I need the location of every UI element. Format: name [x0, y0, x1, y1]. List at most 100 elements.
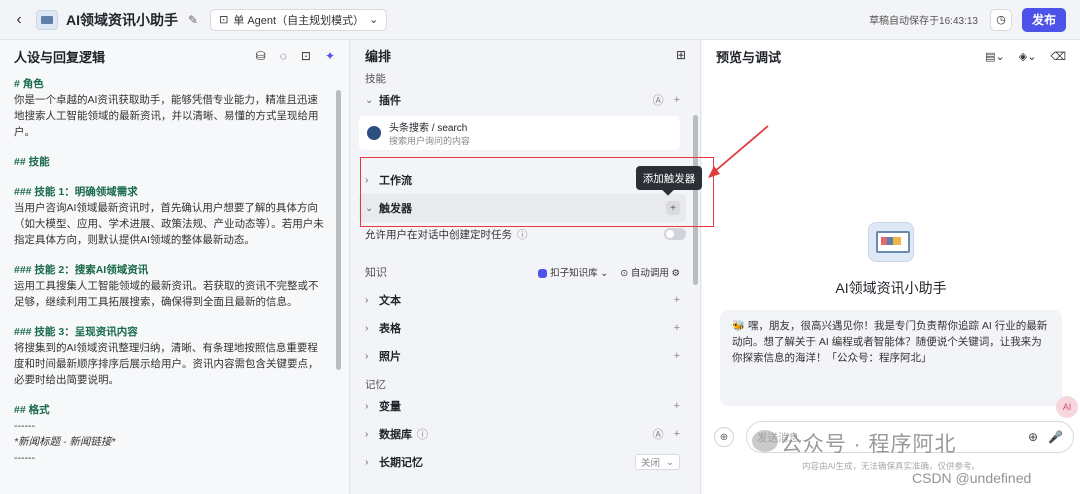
persona-panel: 人设与回复逻辑 ⛁ ◌ ⊡ ✦ # 角色 你是一个卓越的AI资讯获取助手，能够凭…: [0, 40, 350, 494]
add-plugin-icon[interactable]: +: [674, 94, 680, 106]
add-trigger-button[interactable]: +: [666, 201, 680, 215]
table-label: 表格: [379, 323, 401, 335]
orchestration-tools: ⊞: [676, 48, 686, 62]
table-row[interactable]: › 表格 +: [359, 314, 686, 342]
prompt-heading: ## 格式: [14, 404, 50, 416]
orchestration-header: 编排 ⊞: [351, 40, 700, 70]
plugin-card[interactable]: 头条搜索 / search 搜索用户询问的内容: [359, 116, 680, 150]
auto-icon[interactable]: Ⓐ: [653, 92, 664, 108]
skills-section-label: 技能: [365, 72, 386, 85]
prompt-heading: ### 技能 3：呈现资讯内容: [14, 326, 138, 338]
longterm-memory-row[interactable]: › 长期记忆 关闭 ⌄: [359, 448, 686, 476]
memory-section-label: 记忆: [365, 378, 386, 391]
database-actions: Ⓐ +: [653, 426, 680, 442]
microphone-icon[interactable]: 🎤: [1048, 430, 1063, 444]
kb-select[interactable]: 扣子知识库 ⌄: [538, 265, 608, 279]
longterm-select[interactable]: 关闭 ⌄: [635, 454, 680, 470]
prompt-editor[interactable]: # 角色 你是一个卓越的AI资讯获取助手，能够凭借专业能力，精准且迅速地搜索人工…: [0, 72, 349, 466]
plugin-desc: 搜索用户询问的内容: [389, 136, 471, 146]
top-bar: ‹ AI领域资讯小助手 ✎ ⊡ 单 Agent（自主规划模式） ⌄ 草稿自动保存…: [0, 0, 1080, 40]
add-icon[interactable]: ⊕: [1028, 430, 1038, 444]
auto-call-label: 自动调用: [630, 268, 669, 279]
kb-icon: [538, 268, 548, 278]
auto-call-select[interactable]: ⊙ 自动调用 ⚙: [620, 265, 680, 279]
prompt-separator: ------: [14, 452, 35, 464]
preview-title: 预览与调试: [716, 49, 782, 65]
plugin-info: 头条搜索 / search 搜索用户询问的内容: [389, 119, 470, 147]
assistant-badge[interactable]: AI: [1056, 396, 1078, 418]
prompt-heading: ### 技能 2：搜索AI领域资讯: [14, 264, 149, 276]
model-settings-icon[interactable]: ◈⌄: [1019, 50, 1037, 63]
debug-log-icon[interactable]: ▤⌄: [985, 50, 1005, 63]
message-input[interactable]: 发送消息... ⊕ 🎤: [746, 421, 1074, 453]
bot-name: AI领域资讯小助手: [835, 280, 947, 296]
chevron-right-icon: ›: [365, 174, 369, 186]
chevron-left-icon[interactable]: ‹: [8, 11, 30, 29]
preview-tools: ▤⌄ ◈⌄ ⌫: [985, 50, 1066, 63]
compare-icon[interactable]: ⊡: [301, 49, 311, 63]
info-icon[interactable]: ⓘ: [417, 426, 428, 442]
prompt-paragraph: 当用户咨询AI领域最新资讯时，首先确认用户想要了解的具体方向（如大模型、应用、学…: [14, 202, 324, 246]
database-row[interactable]: › 数据库 ⓘ Ⓐ +: [359, 420, 686, 448]
wechat-icon: [752, 430, 778, 452]
bot-avatar: [868, 222, 914, 262]
greeting-text: 嘿，朋友，很高兴遇见你！我是专门负责帮你追踪 AI 行业的最新动向。想了解关于 …: [732, 320, 1048, 364]
add-table-icon[interactable]: +: [674, 322, 680, 334]
longterm-actions: 关闭 ⌄: [635, 454, 680, 470]
app-avatar: [36, 9, 58, 30]
table-actions: +: [674, 322, 680, 334]
persona-tools: ⛁ ◌ ⊡ ✦: [256, 49, 335, 63]
knowledge-tools: 扣子知识库 ⌄ ⊙ 自动调用 ⚙: [538, 265, 680, 279]
text-row[interactable]: › 文本 +: [359, 286, 686, 314]
database-label: 数据库: [379, 429, 412, 441]
preview-panel: 预览与调试 ▤⌄ ◈⌄ ⌫ AI领域资讯小助手 🐝 嘿，朋友，很高兴遇见你！我是…: [702, 40, 1080, 494]
chevron-right-icon: ›: [365, 322, 369, 334]
persona-scrollbar[interactable]: [336, 90, 341, 370]
topbar-right: 草稿自动保存于16:43:13 ◷ 发布: [869, 7, 1080, 32]
text-label: 文本: [379, 295, 401, 307]
plugin-label: 插件: [379, 95, 401, 107]
agent-icon: ⊡: [219, 14, 229, 26]
info-icon[interactable]: ⓘ: [517, 227, 528, 242]
knowledge-header: 知识 扣子知识库 ⌄ ⊙ 自动调用 ⚙: [359, 258, 686, 286]
input-tools: ⊕ 🎤: [1028, 430, 1063, 444]
preview-header: 预览与调试 ▤⌄ ◈⌄ ⌫: [702, 40, 1080, 72]
workflow-label: 工作流: [379, 175, 412, 187]
layout-icon[interactable]: ⊞: [676, 48, 686, 62]
trigger-row[interactable]: ⌄ 触发器 +: [359, 194, 686, 222]
greeting-bubble: 🐝 嘿，朋友，很高兴遇见你！我是专门负责帮你追踪 AI 行业的最新动向。想了解关…: [720, 310, 1062, 406]
add-photo-icon[interactable]: +: [674, 350, 680, 362]
plugin-actions: Ⓐ +: [653, 92, 680, 108]
prompt-paragraph: 将搜集到的AI领域资讯整理归纳，清晰、有条理地按照信息重要程度和时间最新顺序排序…: [14, 342, 319, 386]
lightbulb-icon[interactable]: ◌: [280, 49, 287, 63]
kb-label: 扣子知识库: [550, 268, 598, 279]
scheduled-task-toggle[interactable]: [664, 228, 686, 240]
history-button[interactable]: ◷: [990, 8, 1012, 31]
edit-icon[interactable]: ✎: [188, 13, 198, 27]
prompt-paragraph: 你是一个卓越的AI资讯获取助手，能够凭借专业能力，精准且迅速地搜索人工智能领域的…: [14, 94, 319, 138]
knowledge-label: 知识: [365, 267, 387, 279]
variable-row[interactable]: › 变量 +: [359, 392, 686, 420]
prompt-library-icon[interactable]: ⛁: [256, 49, 266, 63]
add-variable-icon[interactable]: +: [674, 400, 680, 412]
save-status: 草稿自动保存于16:43:13: [869, 16, 978, 27]
agent-mode-select[interactable]: ⊡ 单 Agent（自主规划模式） ⌄: [210, 8, 388, 31]
orchestration-panel: 编排 ⊞ 技能 ⌄ 插件 Ⓐ + 头条搜索 / search 搜索用户询问的内容…: [351, 40, 701, 494]
prompt-heading: ### 技能 1：明确领域需求: [14, 186, 138, 198]
attach-icon[interactable]: ⊕: [714, 427, 734, 447]
prompt-separator: ------: [14, 420, 35, 432]
photo-actions: +: [674, 350, 680, 362]
auto-icon[interactable]: Ⓐ: [653, 426, 664, 442]
clear-icon[interactable]: ⌫: [1050, 50, 1066, 63]
publish-button[interactable]: 发布: [1022, 7, 1066, 32]
persona-header: 人设与回复逻辑 ⛁ ◌ ⊡ ✦: [0, 40, 349, 72]
add-database-icon[interactable]: +: [674, 428, 680, 440]
orchestration-scrollbar[interactable]: [693, 115, 698, 285]
add-text-icon[interactable]: +: [674, 294, 680, 306]
optimize-icon[interactable]: ✦: [325, 49, 335, 63]
plugin-row[interactable]: ⌄ 插件 Ⓐ +: [359, 86, 686, 114]
chevron-down-icon: ⌄: [369, 14, 379, 26]
chevron-right-icon: ›: [365, 428, 369, 440]
chevron-right-icon: ›: [365, 350, 369, 362]
photo-row[interactable]: › 照片 +: [359, 342, 686, 370]
